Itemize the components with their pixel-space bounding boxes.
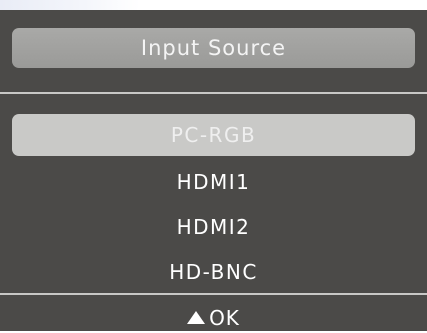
menu-item-hd-bnc[interactable]: HD-BNC <box>0 249 427 294</box>
top-divider <box>0 92 427 94</box>
ok-label: OK <box>209 306 240 330</box>
menu-item-label: HDMI1 <box>176 169 251 194</box>
menu-item-label: PC-RGB <box>170 123 257 147</box>
menu-item-label: HD-BNC <box>169 259 258 284</box>
ok-hint[interactable]: OK <box>0 303 427 333</box>
menu-item-hdmi2[interactable]: HDMI2 <box>0 204 427 249</box>
menu-item-hdmi1[interactable]: HDMI1 <box>0 159 427 204</box>
input-source-list: PC-RGB HDMI1 HDMI2 HD-BNC <box>0 114 427 294</box>
menu-title-bar: Input Source <box>12 28 415 68</box>
bottom-divider <box>0 293 427 295</box>
up-triangle-icon <box>187 310 206 324</box>
input-source-osd-panel: Input Source PC-RGB HDMI1 HDMI2 HD-BNC O… <box>0 10 427 331</box>
menu-item-pc-rgb[interactable]: PC-RGB <box>12 114 415 156</box>
menu-item-label: HDMI2 <box>176 214 251 239</box>
menu-title: Input Source <box>140 36 287 60</box>
